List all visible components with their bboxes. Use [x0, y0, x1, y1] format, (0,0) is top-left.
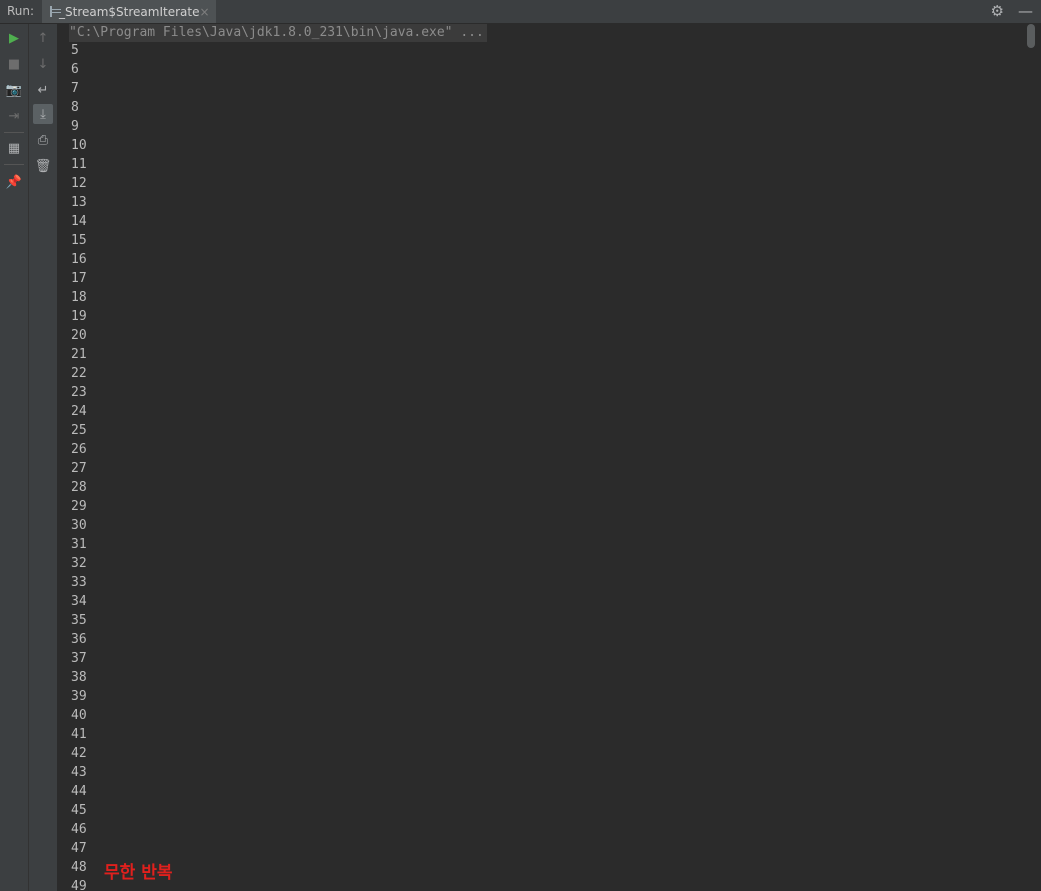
console-line: 7 [71, 81, 79, 96]
minimize-icon[interactable]: — [1018, 2, 1033, 20]
console-line: 34 [71, 594, 87, 609]
console-line: 30 [71, 518, 87, 533]
console-line: 46 [71, 822, 87, 837]
console-line: 39 [71, 689, 87, 704]
console-line: 25 [71, 423, 87, 438]
up-arrow-icon[interactable]: ↑ [33, 28, 53, 48]
console-line: 6 [71, 62, 79, 77]
dump-threads-icon[interactable]: 📷 [4, 80, 24, 100]
stop-icon[interactable]: ■ [4, 54, 24, 74]
console-line: 21 [71, 347, 87, 362]
console-line: 10 [71, 138, 87, 153]
console-line: 18 [71, 290, 87, 305]
console-line: 41 [71, 727, 87, 742]
console-line: 27 [71, 461, 87, 476]
console-line: 45 [71, 803, 87, 818]
console-line: 32 [71, 556, 87, 571]
command-line: "C:\Program Files\Java\jdk1.8.0_231\bin\… [69, 24, 487, 42]
console-line: 20 [71, 328, 87, 343]
soft-wrap-icon[interactable]: ↵ [33, 80, 53, 100]
exit-icon[interactable]: ⇥ [4, 106, 24, 126]
output-lines: 5 6 7 8 9 10 11 12 13 14 15 16 17 18 19 20 21 22 23 24 25 26 2… [71, 41, 87, 891]
console-line: 15 [71, 233, 87, 248]
console-line: 14 [71, 214, 87, 229]
left-toolbar-secondary: ↑ ↓ ↵ ⤓ ⎙ 🗑 [29, 24, 58, 891]
console-line: 16 [71, 252, 87, 267]
console-line: 5 [71, 43, 79, 58]
vertical-scrollbar[interactable] [1027, 24, 1035, 891]
console-line: 23 [71, 385, 87, 400]
scroll-to-end-icon[interactable]: ⤓ [33, 104, 53, 124]
console-line: 47 [71, 841, 87, 856]
print-icon[interactable]: ⎙ [33, 130, 53, 150]
down-arrow-icon[interactable]: ↓ [33, 54, 53, 74]
console-line: 9 [71, 119, 79, 134]
console-line: 29 [71, 499, 87, 514]
console-line: 33 [71, 575, 87, 590]
layout-icon[interactable]: ▦ [4, 138, 24, 158]
pin-icon[interactable]: 📌 [4, 172, 24, 192]
console-line: 13 [71, 195, 87, 210]
console-line: 26 [71, 442, 87, 457]
console-line: 37 [71, 651, 87, 666]
console-line: 22 [71, 366, 87, 381]
console-line: 43 [71, 765, 87, 780]
console-line: 12 [71, 176, 87, 191]
console-line: 19 [71, 309, 87, 324]
console-line: 35 [71, 613, 87, 628]
console-line: 38 [71, 670, 87, 685]
console-line: 17 [71, 271, 87, 286]
annotation-infinite-loop: 무한 반복 [104, 863, 173, 883]
close-icon[interactable]: × [199, 5, 209, 19]
console-line: 48 [71, 860, 87, 875]
tab-stream-iterate[interactable]: _Stream$StreamIterate × [42, 0, 216, 23]
console-line: 36 [71, 632, 87, 647]
console-line: 24 [71, 404, 87, 419]
console-line: 49 [71, 879, 87, 891]
tab-label: _Stream$StreamIterate [59, 4, 200, 19]
trash-icon[interactable]: 🗑 [33, 156, 53, 176]
console-line: 42 [71, 746, 87, 761]
console-line: 31 [71, 537, 87, 552]
run-toolbar: Run: _Stream$StreamIterate × ⚙ — [0, 0, 1041, 24]
console-line: 28 [71, 480, 87, 495]
console-line: 8 [71, 100, 79, 115]
left-toolbar-primary: ▶ ■ 📷 ⇥ ▦ 📌 [0, 24, 29, 891]
console-line: 40 [71, 708, 87, 723]
scroll-thumb[interactable] [1027, 24, 1035, 48]
console-line: 11 [71, 157, 87, 172]
console-line: 44 [71, 784, 87, 799]
rerun-icon[interactable]: ▶ [4, 28, 24, 48]
run-label: Run: [7, 4, 35, 18]
gear-icon[interactable]: ⚙ [991, 2, 1004, 20]
console-icon [50, 6, 61, 17]
console-output[interactable]: "C:\Program Files\Java\jdk1.8.0_231\bin\… [58, 24, 1026, 891]
